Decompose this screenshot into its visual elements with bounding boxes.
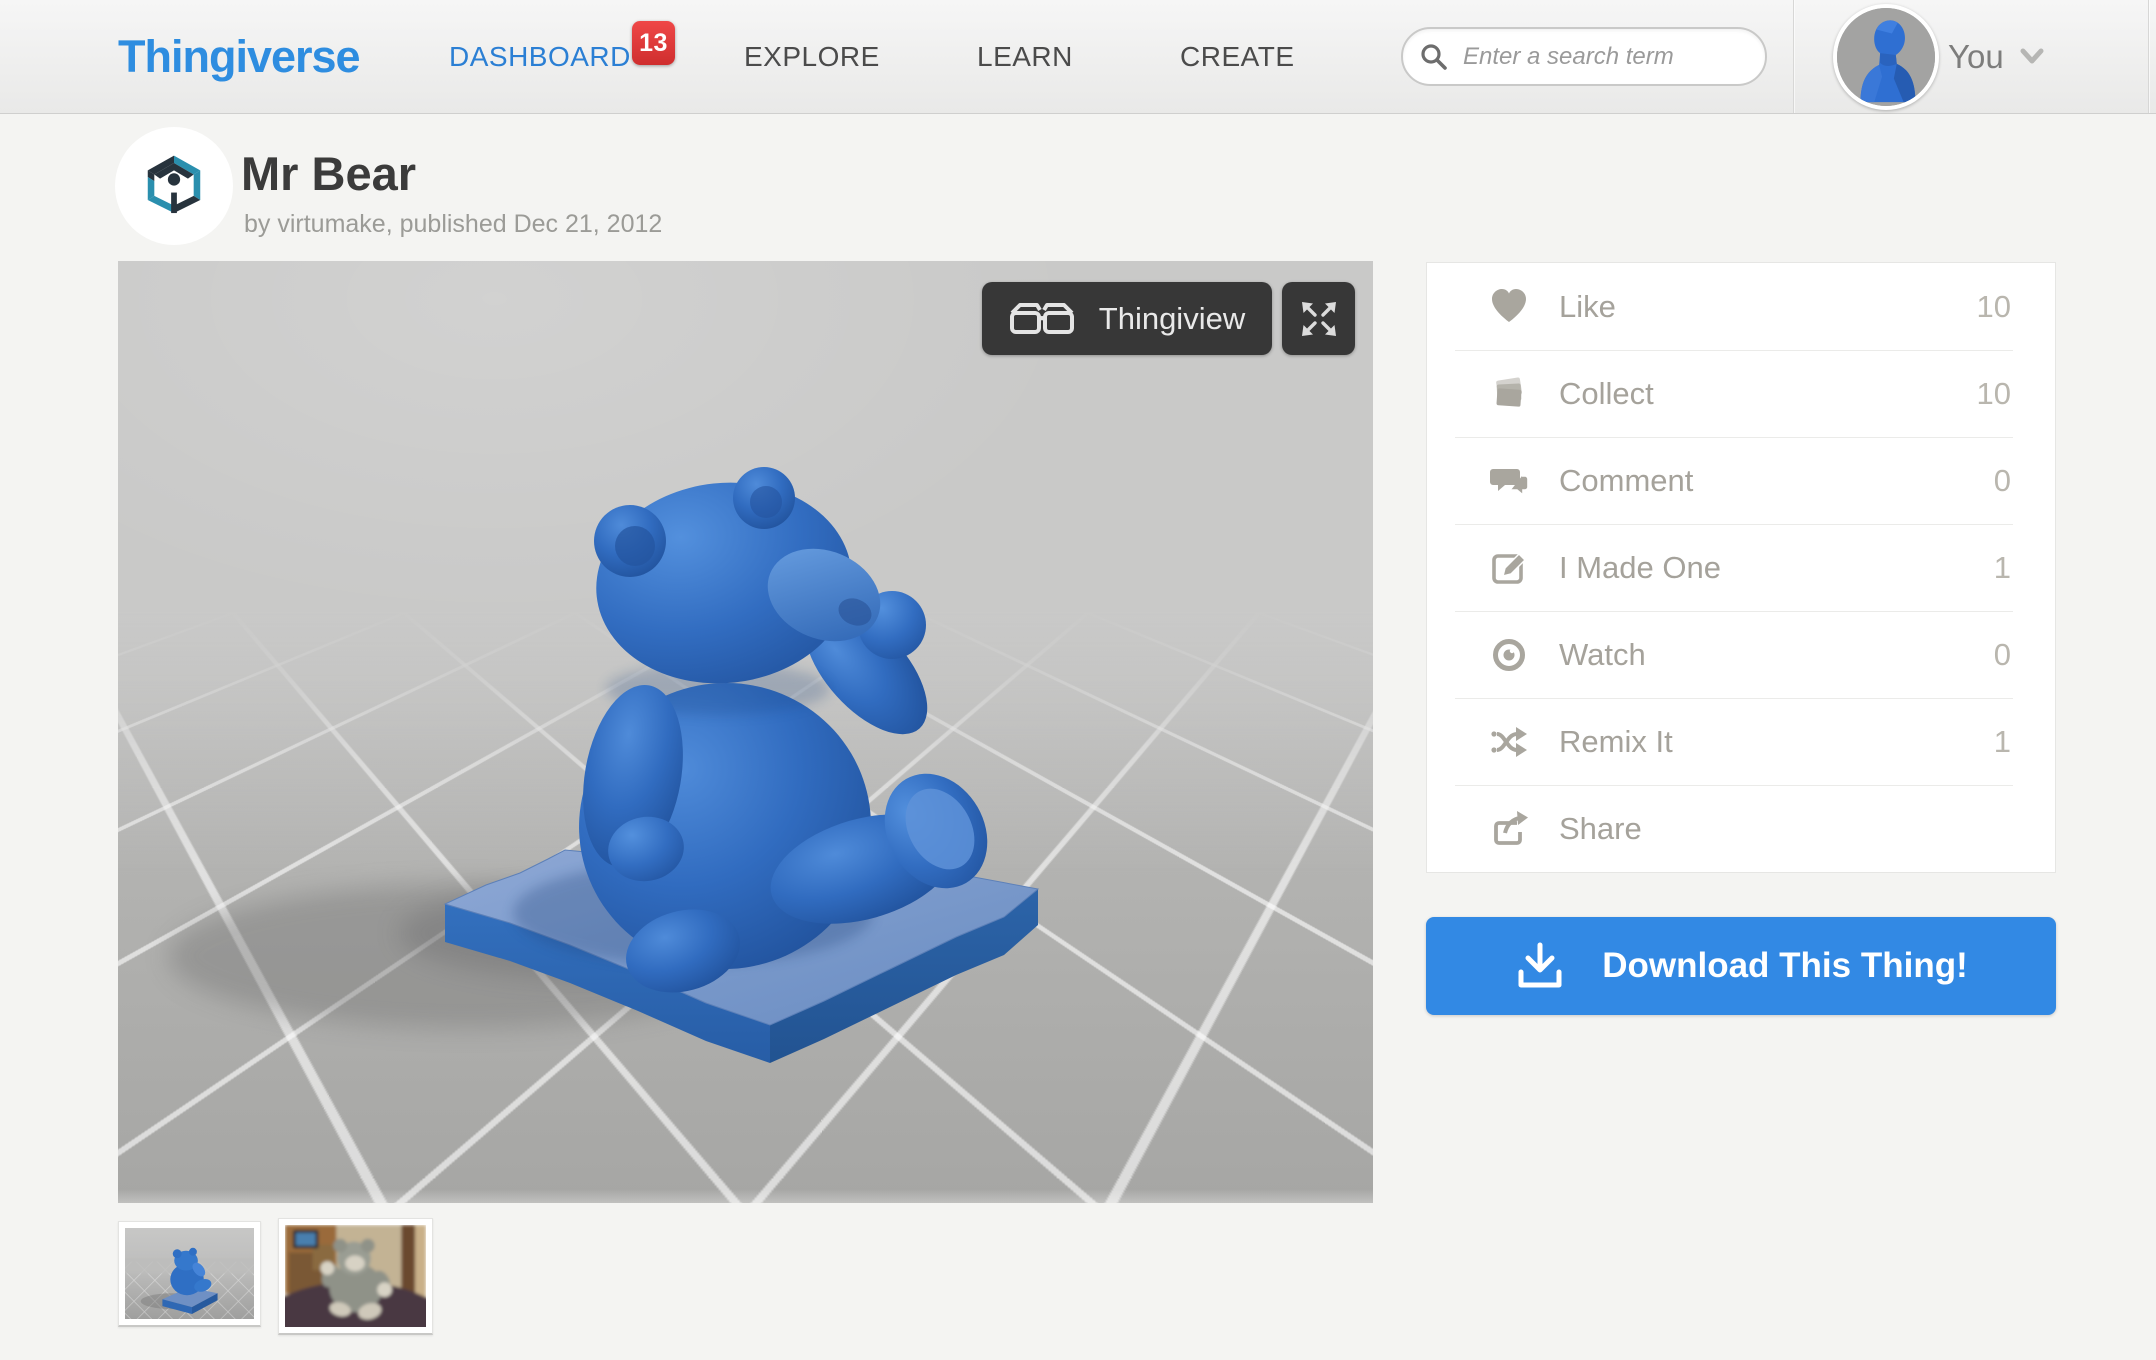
collect-icon bbox=[1496, 377, 1522, 407]
3d-glasses-icon bbox=[1009, 302, 1074, 334]
action-row-like[interactable]: Like 10 bbox=[1427, 263, 2055, 350]
download-button[interactable]: Download This Thing! bbox=[1426, 917, 2056, 1015]
action-row-comment[interactable]: Comment 0 bbox=[1427, 437, 2055, 524]
nav-item-explore[interactable]: EXPLORE bbox=[744, 0, 880, 113]
action-row-made-one[interactable]: I Made One 1 bbox=[1427, 524, 2055, 611]
action-row-collect[interactable]: Collect 10 bbox=[1427, 350, 2055, 437]
action-panel: Like 10 Collect 10 Comment 0 I Made One … bbox=[1426, 262, 2056, 873]
thingiview-button[interactable]: Thingiview bbox=[982, 282, 1272, 355]
remix-icon bbox=[1491, 726, 1527, 757]
action-count: 10 bbox=[1976, 288, 2011, 324]
nav-item-learn[interactable]: LEARN bbox=[977, 0, 1073, 113]
user-avatar[interactable] bbox=[1833, 4, 1939, 110]
action-row-share[interactable]: Share bbox=[1427, 785, 2055, 872]
thing-byline: by virtumake, published Dec 21, 2012 bbox=[244, 210, 663, 238]
user-menu[interactable]: You bbox=[1948, 0, 2044, 113]
nav-create-label: CREATE bbox=[1180, 40, 1295, 72]
nav-dashboard-label: DASHBOARD bbox=[449, 40, 631, 72]
page-title: Mr Bear bbox=[241, 147, 417, 200]
chevron-down-icon bbox=[2020, 48, 2044, 64]
navbar-divider-right bbox=[2148, 0, 2149, 113]
action-label: Share bbox=[1559, 810, 1642, 846]
search-input[interactable] bbox=[1461, 41, 1749, 72]
action-label: Comment bbox=[1559, 462, 1694, 498]
thumbnail-photo[interactable] bbox=[278, 1218, 433, 1335]
fullscreen-button[interactable] bbox=[1282, 282, 1355, 355]
viewer-floor-sheen bbox=[118, 1189, 1373, 1203]
download-label: Download This Thing! bbox=[1602, 946, 1968, 985]
action-count: 0 bbox=[1993, 462, 2011, 498]
thumbnail-render-image bbox=[125, 1228, 254, 1319]
thumbnail-render[interactable] bbox=[118, 1221, 261, 1327]
nav-learn-label: LEARN bbox=[977, 40, 1073, 72]
action-label: Collect bbox=[1559, 375, 1654, 411]
action-count: 1 bbox=[1993, 723, 2011, 759]
watch-icon bbox=[1493, 638, 1525, 671]
virtumake-logo-icon bbox=[147, 155, 201, 214]
made-one-icon bbox=[1492, 552, 1527, 584]
nav-explore-label: EXPLORE bbox=[744, 40, 880, 72]
action-label: Watch bbox=[1559, 636, 1646, 672]
expand-arrows-icon bbox=[1301, 301, 1336, 336]
action-label: Like bbox=[1559, 288, 1616, 324]
comment-icon bbox=[1490, 468, 1529, 497]
action-row-remix[interactable]: Remix It 1 bbox=[1427, 698, 2055, 785]
action-count: 1 bbox=[1993, 549, 2011, 585]
thumbnail-photo-image bbox=[285, 1225, 426, 1327]
creator-avatar[interactable] bbox=[120, 132, 228, 240]
action-label: Remix It bbox=[1559, 723, 1673, 759]
heart-icon bbox=[1492, 288, 1526, 322]
user-bust-image bbox=[1837, 8, 1935, 106]
notification-badge[interactable]: 13 bbox=[632, 21, 675, 65]
search-icon bbox=[1421, 43, 1447, 70]
bear-model-render bbox=[168, 467, 1040, 1063]
download-icon bbox=[1518, 942, 1562, 988]
navbar-divider bbox=[1793, 0, 1794, 113]
top-navbar: Thingiverse DASHBOARD 13 EXPLORE LEARN C… bbox=[0, 0, 2156, 114]
model-viewer[interactable]: Thingiview bbox=[118, 261, 1373, 1203]
user-menu-label: You bbox=[1948, 37, 2004, 75]
nav-item-create[interactable]: CREATE bbox=[1180, 0, 1295, 113]
share-icon bbox=[1494, 810, 1528, 845]
action-row-watch[interactable]: Watch 0 bbox=[1427, 611, 2055, 698]
search-box[interactable] bbox=[1401, 27, 1767, 86]
action-count: 10 bbox=[1976, 375, 2011, 411]
thingiview-label: Thingiview bbox=[1098, 300, 1246, 336]
thingiverse-logo[interactable]: Thingiverse bbox=[118, 0, 361, 113]
action-count: 0 bbox=[1993, 636, 2011, 672]
thingiverse-page: Thingiverse DASHBOARD 13 EXPLORE LEARN C… bbox=[0, 0, 2156, 1360]
nav-item-dashboard[interactable]: DASHBOARD 13 bbox=[449, 0, 675, 113]
action-label: I Made One bbox=[1559, 549, 1721, 585]
